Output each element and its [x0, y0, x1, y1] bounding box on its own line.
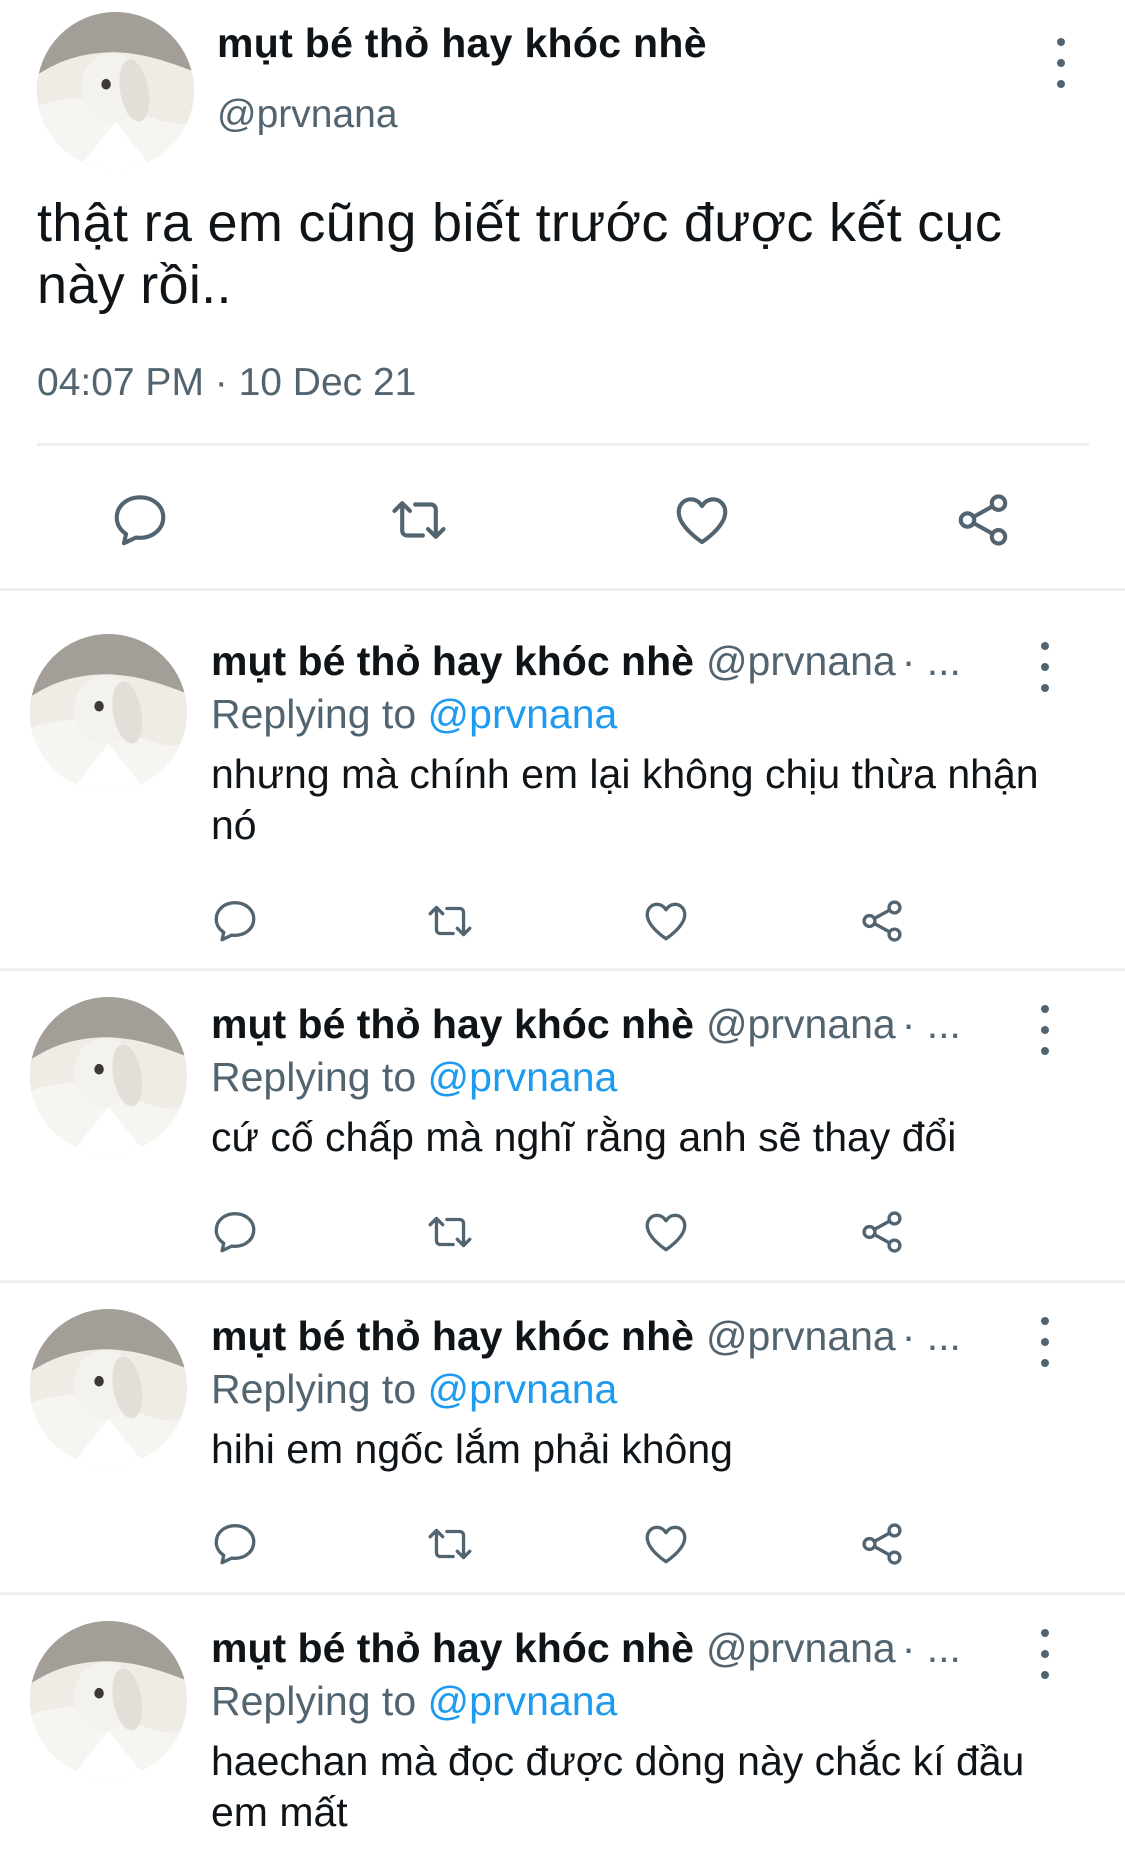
reply-tweet[interactable]: mụt bé thỏ hay khóc nhè @prvnana · ... Rep…: [0, 630, 1125, 960]
more-options-icon[interactable]: [1030, 1005, 1060, 1055]
username-handle[interactable]: @prvnana: [706, 638, 896, 684]
bunny-avatar-image: [37, 12, 194, 169]
display-name[interactable]: mụt bé thỏ hay khóc nhè: [211, 1001, 694, 1047]
username-handle[interactable]: @prvnana: [706, 1313, 896, 1359]
share-icon[interactable]: [857, 1519, 907, 1569]
display-name[interactable]: mụt bé thỏ hay khóc nhè: [217, 20, 707, 67]
share-icon[interactable]: [857, 1207, 907, 1257]
avatar[interactable]: [30, 1309, 187, 1466]
avatar[interactable]: [30, 997, 187, 1154]
timestamp-truncated: · ...: [901, 638, 961, 684]
reply-header: mụt bé thỏ hay khóc nhè @prvnana · ...: [211, 638, 961, 685]
bunny-avatar-image: [30, 997, 187, 1154]
thread-separator: [0, 968, 1125, 971]
more-options-icon[interactable]: [1030, 642, 1060, 692]
like-icon[interactable]: [641, 896, 691, 946]
reply-tweet[interactable]: mụt bé thỏ hay khóc nhè @prvnana · ... Rep…: [0, 993, 1125, 1273]
share-icon[interactable]: [952, 489, 1014, 551]
replying-to-label: Replying to: [211, 691, 417, 737]
reply-icon[interactable]: [210, 1207, 260, 1257]
thread-separator: [0, 1592, 1125, 1595]
replying-to-link[interactable]: @prvnana: [428, 691, 618, 737]
reply-icon[interactable]: [210, 1519, 260, 1569]
username-handle[interactable]: @prvnana: [706, 1001, 896, 1047]
avatar[interactable]: [37, 12, 194, 169]
display-name[interactable]: mụt bé thỏ hay khóc nhè: [211, 638, 694, 684]
like-icon[interactable]: [641, 1207, 691, 1257]
replying-to: Replying to @prvnana: [211, 1054, 617, 1101]
replying-to-link[interactable]: @prvnana: [428, 1678, 618, 1724]
replying-to: Replying to @prvnana: [211, 691, 617, 738]
reply-header: mụt bé thỏ hay khóc nhè @prvnana · ...: [211, 1313, 961, 1360]
reply-icon[interactable]: [210, 896, 260, 946]
replying-to-label: Replying to: [211, 1366, 417, 1412]
retweet-icon[interactable]: [425, 1519, 475, 1569]
reply-header: mụt bé thỏ hay khóc nhè @prvnana · ...: [211, 1625, 961, 1672]
reply-text: haechan mà đọc được dòng này chắc kí đầu…: [211, 1738, 1025, 1835]
display-name[interactable]: mụt bé thỏ hay khóc nhè: [211, 1625, 694, 1671]
thread-separator: [0, 1280, 1125, 1283]
bunny-avatar-image: [30, 1309, 187, 1466]
replying-to: Replying to @prvnana: [211, 1678, 617, 1725]
display-name[interactable]: mụt bé thỏ hay khóc nhè: [211, 1313, 694, 1359]
replying-to-label: Replying to: [211, 1054, 417, 1100]
more-options-icon[interactable]: [1046, 38, 1076, 88]
divider: [37, 443, 1089, 446]
retweet-icon[interactable]: [425, 1207, 475, 1257]
bunny-avatar-image: [30, 634, 187, 791]
like-icon[interactable]: [671, 489, 733, 551]
share-icon[interactable]: [857, 896, 907, 946]
reply-tweet[interactable]: mụt bé thỏ hay khóc nhè @prvnana · ... Rep…: [0, 1305, 1125, 1585]
reply-icon[interactable]: [109, 489, 171, 551]
more-options-icon[interactable]: [1030, 1629, 1060, 1679]
timestamp-truncated: · ...: [901, 1625, 961, 1671]
tweet-timestamp: 04:07 PM · 10 Dec 21: [37, 361, 417, 404]
avatar[interactable]: [30, 634, 187, 791]
thread-separator: [0, 588, 1125, 591]
reply-tweet[interactable]: mụt bé thỏ hay khóc nhè @prvnana · ... Rep…: [0, 1617, 1125, 1856]
like-icon[interactable]: [641, 1519, 691, 1569]
replying-to-label: Replying to: [211, 1678, 417, 1724]
username-handle[interactable]: @prvnana: [217, 93, 398, 137]
reply-text: hihi em ngốc lắm phải không: [211, 1426, 733, 1472]
reply-text: cứ cố chấp mà nghĩ rằng anh sẽ thay đổi: [211, 1114, 957, 1160]
reply-header: mụt bé thỏ hay khóc nhè @prvnana · ...: [211, 1001, 961, 1048]
timestamp-truncated: · ...: [901, 1001, 961, 1047]
bunny-avatar-image: [30, 1621, 187, 1778]
avatar[interactable]: [30, 1621, 187, 1778]
replying-to-link[interactable]: @prvnana: [428, 1054, 618, 1100]
replying-to-link[interactable]: @prvnana: [428, 1366, 618, 1412]
timestamp-truncated: · ...: [901, 1313, 961, 1359]
retweet-icon[interactable]: [425, 896, 475, 946]
reply-text: nhưng mà chính em lại không chịu thừa nh…: [211, 751, 1039, 848]
tweet-text: thật ra em cũng biết trước được kết cục …: [37, 193, 1003, 315]
replying-to: Replying to @prvnana: [211, 1366, 617, 1413]
username-handle[interactable]: @prvnana: [706, 1625, 896, 1671]
retweet-icon[interactable]: [388, 489, 450, 551]
more-options-icon[interactable]: [1030, 1317, 1060, 1367]
